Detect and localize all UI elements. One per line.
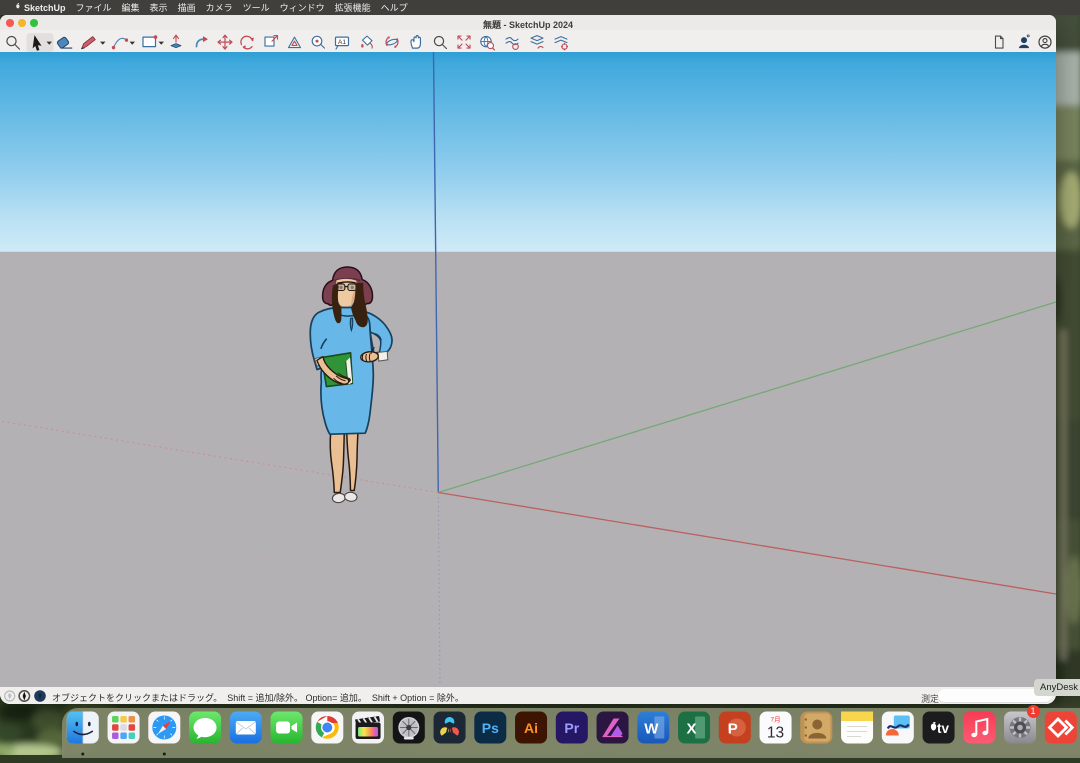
svg-text:Ps: Ps (482, 720, 499, 736)
svg-text:X: X (687, 720, 697, 737)
svg-text:13: 13 (767, 724, 784, 741)
svg-text:W: W (644, 720, 659, 737)
svg-text:A1: A1 (338, 39, 346, 46)
svg-text:Ai: Ai (524, 720, 538, 736)
svg-text:tv: tv (937, 721, 949, 736)
svg-text:P: P (728, 720, 738, 737)
svg-text:Pr: Pr (564, 720, 579, 736)
svg-text:7月: 7月 (770, 715, 780, 723)
